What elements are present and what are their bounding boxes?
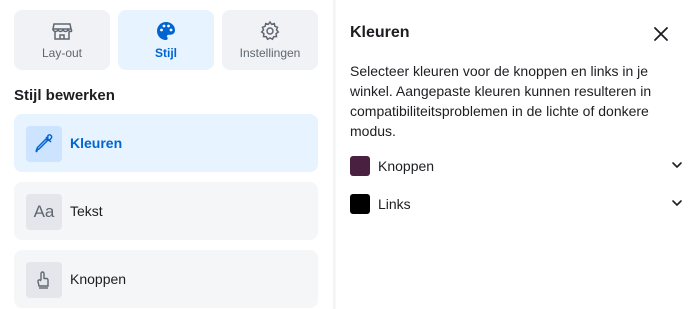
chevron-down-icon[interactable] xyxy=(670,158,684,172)
storefront-icon xyxy=(14,20,110,42)
palette-icon xyxy=(118,20,214,42)
panel-description: Selecteer kleuren voor de knoppen en lin… xyxy=(350,63,652,139)
sidebar: Lay-out Stijl Instellingen Stijl bewerke… xyxy=(0,0,333,309)
chevron-down-icon[interactable] xyxy=(670,196,684,210)
item-label: Knoppen xyxy=(70,271,127,287)
close-icon[interactable] xyxy=(651,24,671,44)
style-item-text[interactable]: Aa Tekst xyxy=(14,182,318,240)
color-row-buttons[interactable]: Knoppen xyxy=(350,154,682,178)
style-item-colors[interactable]: Kleuren xyxy=(14,114,318,172)
tab-settings[interactable]: Instellingen xyxy=(222,10,318,70)
section-title: Stijl bewerken xyxy=(14,87,115,104)
colors-panel: Kleuren Selecteer kleuren voor de knoppe… xyxy=(336,0,693,309)
color-row-links[interactable]: Links xyxy=(350,192,682,216)
hand-pointer-icon xyxy=(26,262,62,298)
color-swatch[interactable] xyxy=(350,194,370,214)
color-label: Links xyxy=(378,196,411,212)
style-item-buttons[interactable]: Knoppen xyxy=(14,250,318,308)
tab-label: Lay-out xyxy=(41,46,83,60)
gear-icon xyxy=(222,20,318,42)
text-icon: Aa xyxy=(26,194,62,230)
tab-label: Stijl xyxy=(154,46,177,60)
tab-style[interactable]: Stijl xyxy=(118,10,214,70)
color-label: Knoppen xyxy=(378,158,435,174)
tab-layout[interactable]: Lay-out xyxy=(14,10,110,70)
item-label: Tekst xyxy=(70,203,103,219)
eyedropper-icon xyxy=(26,126,62,162)
tab-label: Instellingen xyxy=(239,46,301,60)
panel-title: Kleuren xyxy=(350,24,410,41)
item-label: Kleuren xyxy=(70,135,123,151)
color-swatch[interactable] xyxy=(350,156,370,176)
